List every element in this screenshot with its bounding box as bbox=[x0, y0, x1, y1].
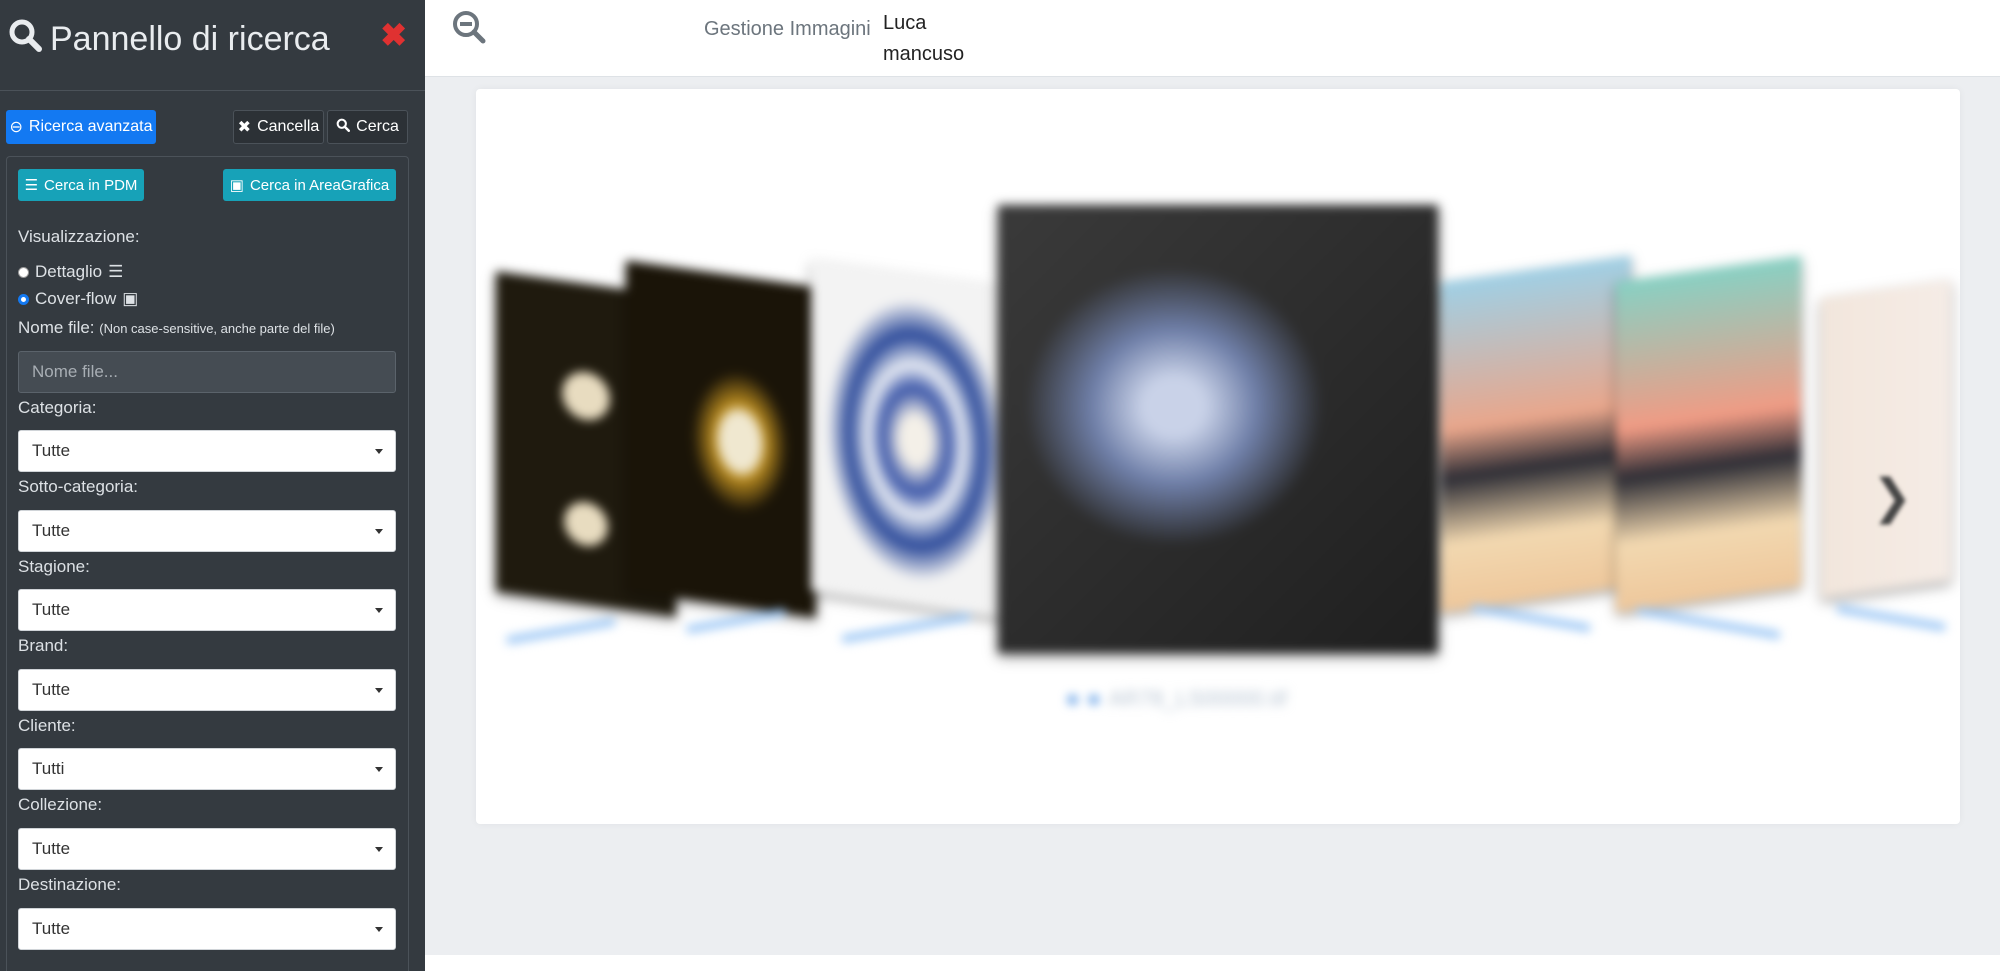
view-label: Visualizzazione: bbox=[18, 227, 140, 246]
coverflow-card: ● ● AR78_LS00000.tif ❯ bbox=[476, 89, 1960, 824]
cover-caption bbox=[841, 612, 971, 644]
minus-circle-icon: ⊖ bbox=[9, 119, 23, 136]
cover-caption bbox=[1836, 604, 1946, 632]
search-icon: ● bbox=[1066, 686, 1080, 711]
search-pdm-button[interactable]: ☰ Cerca in PDM bbox=[18, 169, 144, 201]
top-navbar: Gestione Immagini Luca mancuso bbox=[425, 0, 2000, 77]
radio-coverflow[interactable] bbox=[18, 293, 29, 305]
caret-down-icon bbox=[375, 529, 383, 534]
times-icon: ✖ bbox=[237, 119, 252, 136]
radio-detail[interactable] bbox=[18, 266, 29, 278]
page-bottom bbox=[425, 955, 2000, 971]
view-option-detail[interactable]: Dettaglio ☰ bbox=[18, 262, 123, 282]
sidebar-title-text: Pannello di ricerca bbox=[50, 20, 330, 58]
season-select[interactable]: Tutte bbox=[18, 589, 396, 631]
app-name: Gestione Immagini bbox=[704, 18, 871, 40]
sidebar-header: Pannello di ricerca ✖ bbox=[0, 0, 425, 91]
cover-image[interactable] bbox=[1441, 255, 1631, 613]
subcategory-select[interactable]: Tutte bbox=[18, 510, 396, 552]
search-areagrafica-button[interactable]: ▣ Cerca in AreaGrafica bbox=[223, 169, 396, 201]
sidebar-title: Pannello di ricerca bbox=[8, 18, 330, 61]
cover-caption bbox=[1636, 606, 1781, 640]
list-icon: ☰ bbox=[108, 262, 124, 281]
client-select[interactable]: Tutti bbox=[18, 748, 396, 790]
cover-image[interactable] bbox=[1616, 255, 1801, 612]
chevron-right-icon[interactable]: ❯ bbox=[1872, 469, 1912, 525]
cover-image[interactable] bbox=[811, 260, 1001, 618]
search-sidebar: Pannello di ricerca ✖ ⊖ Ricerca avanzata… bbox=[0, 0, 425, 971]
destination-label: Destinazione: bbox=[18, 875, 122, 894]
cover-image-center[interactable] bbox=[998, 205, 1438, 653]
cover-caption bbox=[686, 608, 786, 634]
search-button[interactable]: Cerca bbox=[327, 110, 408, 144]
close-icon[interactable]: ✖ bbox=[380, 18, 407, 52]
caret-down-icon bbox=[375, 767, 383, 772]
subcategory-label: Sotto-categoria: bbox=[18, 477, 139, 496]
search-icon bbox=[8, 18, 42, 61]
caret-down-icon bbox=[375, 449, 383, 454]
brand-label: Brand: bbox=[18, 636, 69, 655]
category-label: Categoria: bbox=[18, 398, 97, 417]
filename-label: Nome file: (Non case-sensitive, anche pa… bbox=[18, 318, 335, 337]
cover-caption bbox=[506, 617, 616, 645]
brand-select[interactable]: Tutte bbox=[18, 669, 396, 711]
cover-image[interactable] bbox=[1821, 279, 1951, 599]
advanced-search-button[interactable]: ⊖ Ricerca avanzata bbox=[6, 110, 156, 144]
destination-select[interactable]: Tutte bbox=[18, 908, 396, 950]
cancel-button[interactable]: ✖ Cancella bbox=[233, 110, 324, 144]
collection-label: Collezione: bbox=[18, 795, 103, 814]
caret-down-icon bbox=[375, 927, 383, 932]
collection-select[interactable]: Tutte bbox=[18, 828, 396, 870]
center-cover-caption: ● ● AR78_LS00000.tif bbox=[1066, 686, 1288, 711]
caret-down-icon bbox=[375, 847, 383, 852]
search-icon bbox=[336, 118, 351, 137]
zoom-out-icon[interactable] bbox=[452, 10, 486, 44]
cover-caption bbox=[1471, 603, 1591, 633]
category-select[interactable]: Tutte bbox=[18, 430, 396, 472]
images-icon: ▣ bbox=[122, 289, 139, 308]
user-icon: ● bbox=[1087, 686, 1101, 711]
client-label: Cliente: bbox=[18, 716, 76, 735]
user-name[interactable]: Luca mancuso bbox=[883, 8, 993, 70]
filename-input[interactable]: Nome file... bbox=[18, 351, 396, 393]
list-icon: ☰ bbox=[24, 177, 39, 194]
images-icon: ▣ bbox=[229, 177, 244, 194]
advanced-search-panel: ☰ Cerca in PDM ▣ Cerca in AreaGrafica Vi… bbox=[6, 156, 409, 971]
cover-image[interactable] bbox=[626, 260, 816, 618]
view-option-coverflow[interactable]: Cover-flow ▣ bbox=[18, 289, 138, 309]
season-label: Stagione: bbox=[18, 557, 90, 576]
caret-down-icon bbox=[375, 608, 383, 613]
caret-down-icon bbox=[375, 688, 383, 693]
coverflow: ● ● AR78_LS00000.tif bbox=[476, 89, 1960, 824]
